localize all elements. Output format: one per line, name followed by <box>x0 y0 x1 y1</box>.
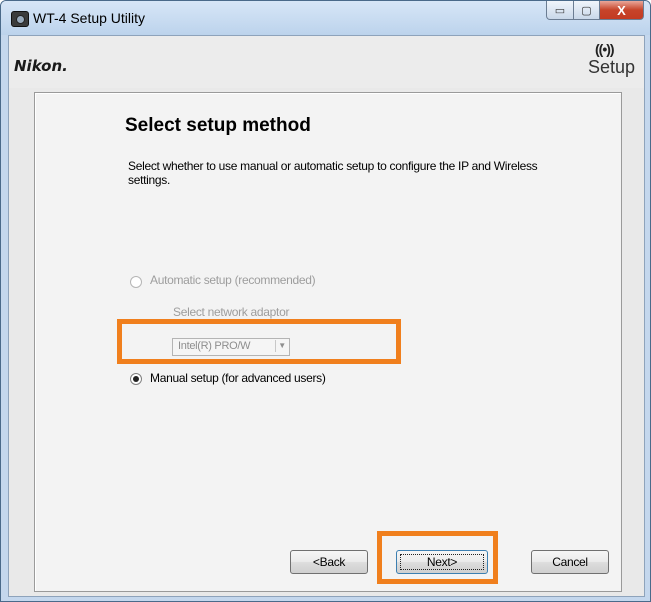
page-description: Select whether to use manual or automati… <box>128 159 538 187</box>
manual-setup-highlight <box>117 319 401 364</box>
network-adaptor-label: Select network adaptor <box>173 305 290 319</box>
cancel-button[interactable]: Cancel <box>531 550 609 574</box>
wireless-icon: ((•)) <box>595 41 615 57</box>
setup-utility-window: WT-4 Setup Utility ▭ ▢ X Nikon. ((•)) Se… <box>0 0 651 602</box>
nikon-logo: Nikon. <box>14 57 68 75</box>
setup-logo: ((•)) Setup <box>576 40 638 82</box>
next-button-highlight <box>377 531 498 584</box>
automatic-setup-label: Automatic setup (recommended) <box>150 273 316 287</box>
window-title: WT-4 Setup Utility <box>33 10 146 26</box>
title-bar[interactable]: WT-4 Setup Utility ▭ ▢ X <box>1 1 650 35</box>
client-area: Nikon. ((•)) Setup Select setup method S… <box>8 35 645 597</box>
manual-setup-radio[interactable] <box>130 373 142 385</box>
minimize-button[interactable]: ▭ <box>546 1 574 20</box>
maximize-button[interactable]: ▢ <box>574 1 600 20</box>
manual-setup-label: Manual setup (for advanced users) <box>150 371 326 385</box>
minimize-icon: ▭ <box>554 4 566 17</box>
close-icon: X <box>617 2 626 18</box>
cancel-button-label: Cancel <box>552 555 588 569</box>
back-button-label: <Back <box>312 555 346 569</box>
setup-logo-label: Setup <box>588 57 636 77</box>
header-bar: Nikon. ((•)) Setup <box>9 36 644 88</box>
automatic-setup-radio[interactable] <box>130 276 142 288</box>
page-title: Select setup method <box>125 115 311 136</box>
camera-icon <box>11 11 29 27</box>
maximize-icon: ▢ <box>581 4 592 17</box>
close-button[interactable]: X <box>600 1 644 20</box>
window-controls: ▭ ▢ X <box>546 1 644 21</box>
back-button[interactable]: <Back <box>290 550 368 574</box>
